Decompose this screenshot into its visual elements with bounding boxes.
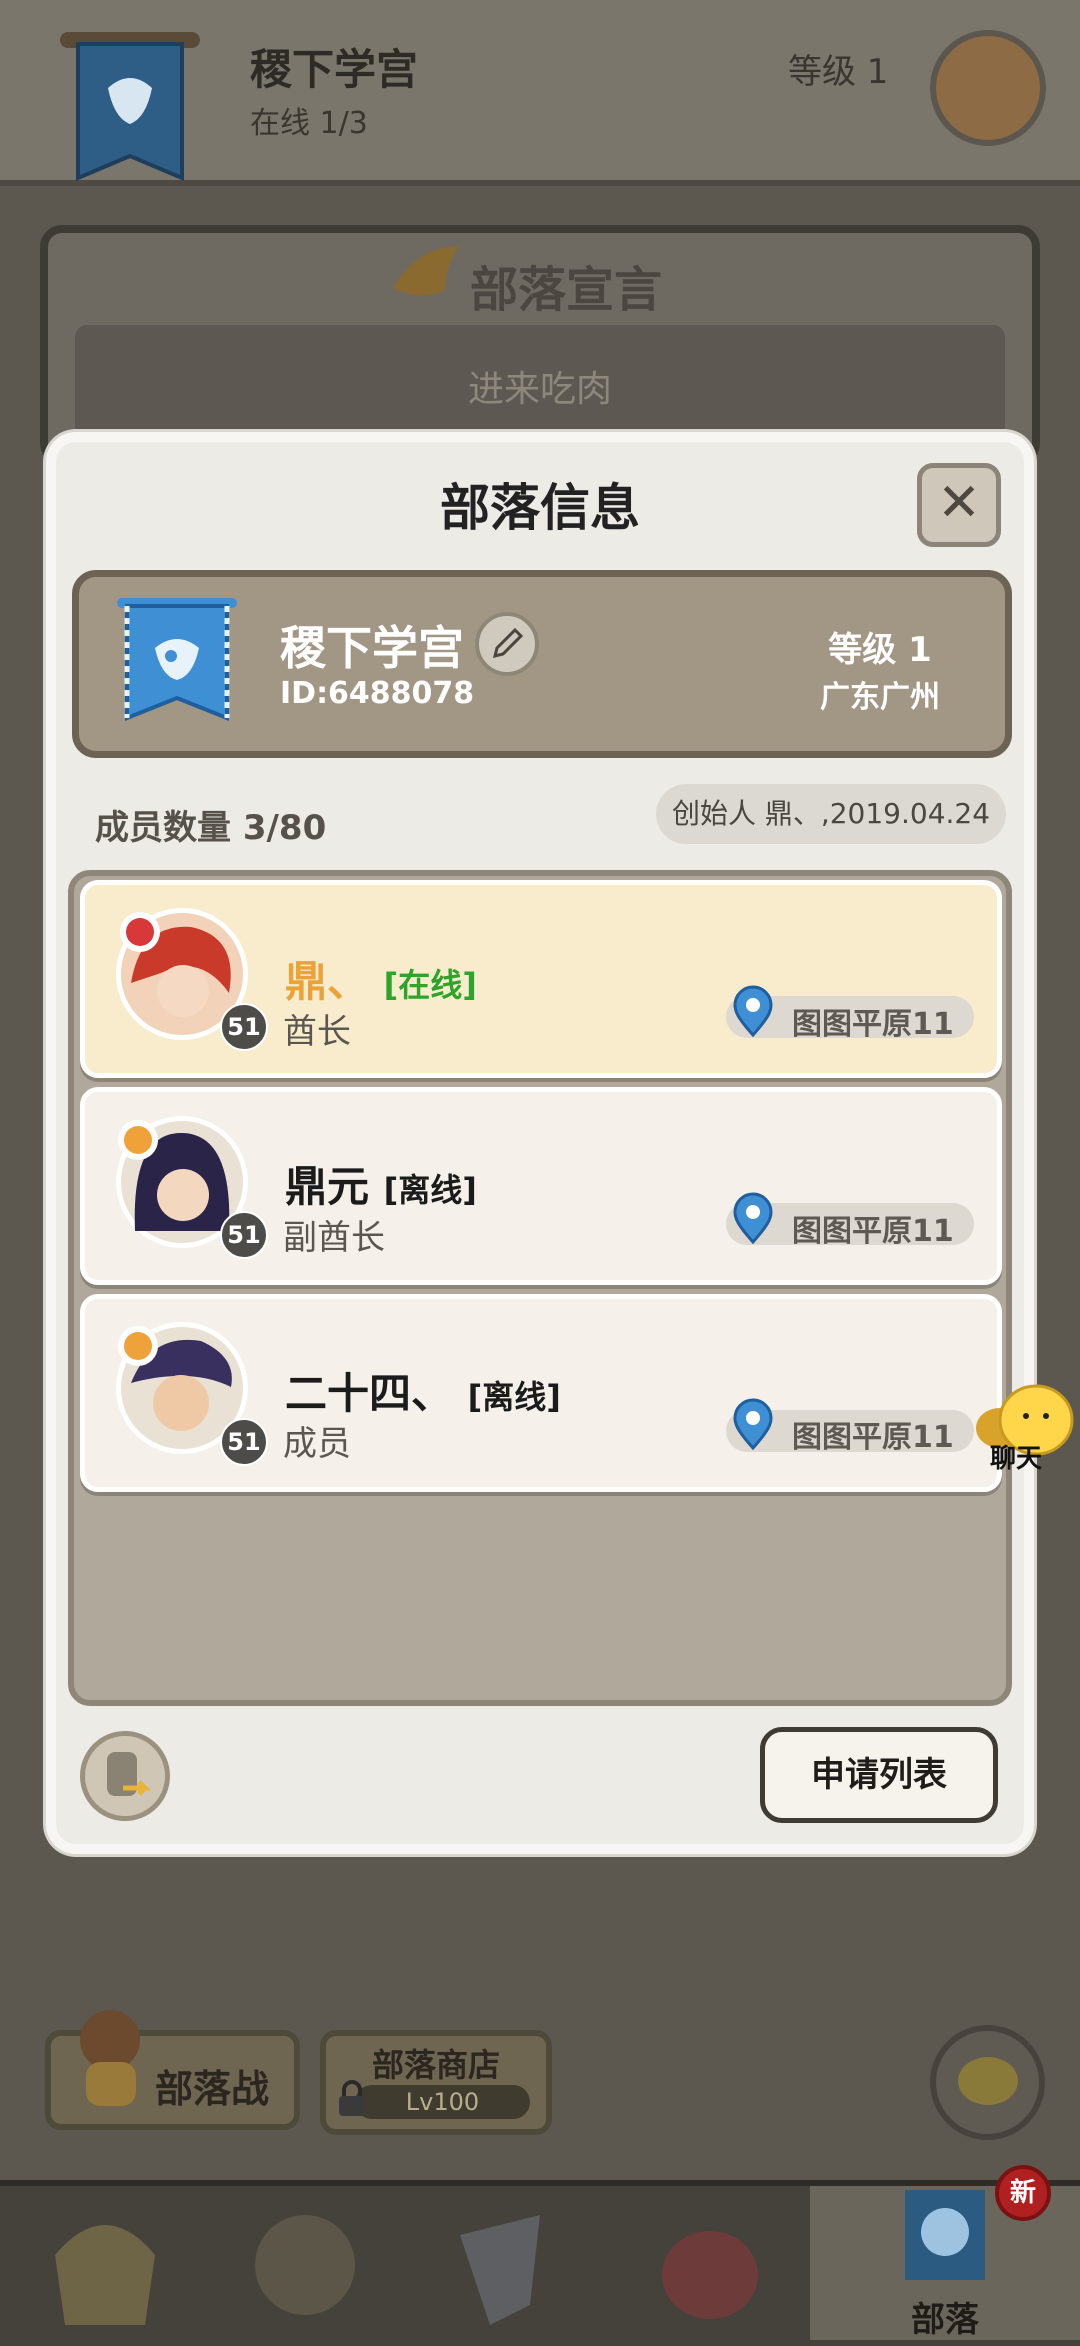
founder-info: 创始人 鼎、,2019.04.24 xyxy=(656,784,1006,844)
member-status: [离线] xyxy=(467,1378,561,1416)
member-location: 图图平原11 xyxy=(792,1007,954,1042)
tribe-name: 稷下学宫 xyxy=(280,621,464,675)
location-pin-icon xyxy=(733,985,773,1037)
tribe-war-label: 部落战 xyxy=(155,2067,270,2111)
apply-list-button[interactable]: 申请列表 xyxy=(760,1727,998,1823)
member-level: 51 xyxy=(220,1003,268,1051)
nav-tribe-icon[interactable] xyxy=(875,2170,1015,2310)
member-name: 二十四、 [离线] xyxy=(285,1369,561,1418)
bg-online-count: 在线 1/3 xyxy=(250,106,368,141)
horn-icon xyxy=(393,246,459,296)
caveman-character-icon xyxy=(80,2010,140,2106)
chat-button[interactable] xyxy=(930,2025,1045,2140)
member-location: 图图平原11 xyxy=(792,1214,954,1249)
tribe-shop-level: Lv100 xyxy=(355,2085,530,2119)
vice-chief-rank-icon xyxy=(118,1120,158,1160)
location-pin-icon xyxy=(733,1192,773,1244)
tribe-banner-icon xyxy=(60,32,200,182)
nav-caveman-icon[interactable] xyxy=(35,2195,175,2335)
bg-tribe-level: 等级 1 xyxy=(788,52,889,92)
tribe-level: 等级 1 xyxy=(828,630,932,670)
member-role: 副酋长 xyxy=(283,1218,385,1258)
player-avatar[interactable] xyxy=(930,30,1046,146)
nav-hero-icon[interactable] xyxy=(235,2195,375,2335)
member-level: 51 xyxy=(220,1418,268,1466)
nav-tribe-label: 部落 xyxy=(911,2300,979,2340)
member-role: 成员 xyxy=(283,1424,351,1464)
bg-tribe-name: 稷下学宫 xyxy=(250,45,419,94)
member-count: 成员数量 3/80 xyxy=(95,808,327,848)
pencil-icon xyxy=(492,627,524,659)
leave-tribe-button[interactable] xyxy=(80,1731,170,1821)
chat-bubble-icon xyxy=(958,2057,1018,2105)
tribe-region: 广东广州 xyxy=(820,680,940,715)
member-status: [在线] xyxy=(383,966,477,1004)
member-rank-icon xyxy=(118,1326,158,1366)
edit-name-button[interactable] xyxy=(475,612,539,676)
close-button[interactable]: ✕ xyxy=(917,463,1001,547)
member-name: 鼎、 [在线] xyxy=(285,957,477,1006)
exit-door-icon xyxy=(107,1752,152,1796)
member-name: 鼎元 [离线] xyxy=(285,1162,477,1211)
location-pin-icon xyxy=(733,1398,773,1450)
declaration-title: 部落宣言 xyxy=(470,262,663,318)
member-location: 图图平原11 xyxy=(792,1420,954,1455)
nav-equipment-icon[interactable] xyxy=(430,2195,570,2335)
member-role: 酋长 xyxy=(283,1012,351,1052)
member-level: 51 xyxy=(220,1211,268,1259)
lock-icon xyxy=(339,2080,365,2116)
floating-chat-label[interactable]: 聊天 xyxy=(990,1438,1042,1475)
chief-rank-icon xyxy=(120,912,160,952)
declaration-text: 进来吃肉 xyxy=(467,369,612,410)
new-badge: 新 xyxy=(995,2165,1051,2221)
nav-pet-icon[interactable] xyxy=(640,2195,780,2335)
tribe-id: ID:6488078 xyxy=(280,676,475,711)
tribe-banner-icon xyxy=(117,598,237,721)
member-status: [离线] xyxy=(383,1171,477,1209)
